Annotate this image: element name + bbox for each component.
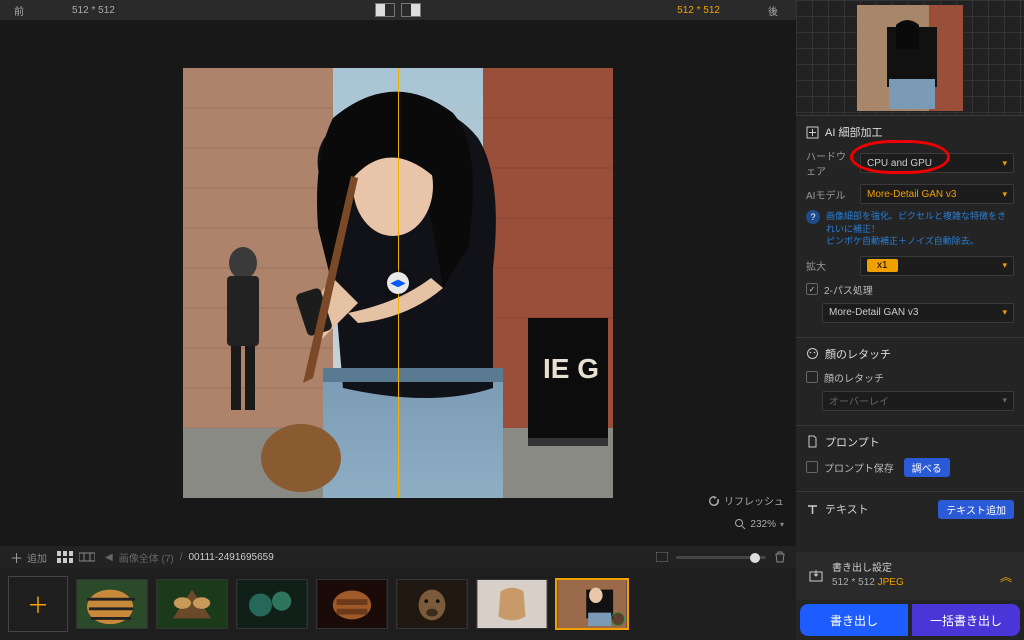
panel-face-retouch: 顔のレタッチ 顔のレタッチ オーバーレイ▾ xyxy=(796,337,1024,425)
refresh-button[interactable]: リフレッシュ xyxy=(708,493,784,508)
panel-prompt-title: プロンプト xyxy=(825,434,880,450)
export-settings[interactable]: 書き出し設定 512 * 512 JPEG ︽ xyxy=(796,552,1024,600)
top-ruler: 前 512 * 512 512 * 512 後 xyxy=(0,0,796,20)
chevron-down-icon: ▾ xyxy=(1002,395,1007,406)
image-viewport[interactable]: IE G ◀▶ xyxy=(0,20,796,546)
chevron-down-icon: ▾ xyxy=(780,520,784,529)
trash-icon[interactable] xyxy=(774,551,786,563)
filmstrip: ＋ xyxy=(0,568,796,640)
panel-text: テキスト テキスト追加 xyxy=(796,491,1024,527)
enlarge-select[interactable]: x1▾ xyxy=(860,256,1014,276)
thumb-2[interactable] xyxy=(156,579,228,629)
add-tile[interactable]: ＋ xyxy=(8,576,68,632)
label-before: 前 xyxy=(14,3,24,18)
current-filename: 00111-2491695659 xyxy=(189,552,274,563)
magnifier-icon xyxy=(734,518,746,530)
panel-face-title: 顔のレタッチ xyxy=(825,346,891,362)
twopass-checkbox[interactable] xyxy=(806,283,818,295)
model-desc-1: 画像細部を強化。ピクセルと複雑な特徴をきれいに補正！ xyxy=(826,210,1014,235)
help-icon[interactable]: ? xyxy=(806,210,820,224)
text-icon xyxy=(806,503,819,516)
plus-icon: ＋ xyxy=(10,548,23,567)
add-images-button[interactable]: ＋ 追加 xyxy=(10,548,47,567)
chevron-left-icon: ◀ xyxy=(105,552,113,563)
prompt-save-checkbox[interactable] xyxy=(806,461,818,473)
sparkle-icon xyxy=(806,126,819,139)
filmstrip-toolbar: ＋ 追加 ◀ 画像全体 (7) / 00111-2491695659 xyxy=(0,546,796,568)
dim-output: 512 * 512 xyxy=(677,5,720,16)
model-select[interactable]: More-Detail GAN v3▾ xyxy=(860,184,1014,204)
label-after: 後 xyxy=(768,3,778,18)
overlay-select[interactable]: オーバーレイ▾ xyxy=(822,391,1014,411)
hardware-label: ハードウェア xyxy=(806,148,854,178)
split-vertical-icon[interactable] xyxy=(375,3,395,17)
thumb-6[interactable] xyxy=(476,579,548,629)
thumb-4[interactable] xyxy=(316,579,388,629)
export-button[interactable]: 書き出し xyxy=(800,604,908,636)
side-preview xyxy=(796,0,1024,115)
sidebar: AI 細部加工 ハードウェア CPU and GPU▾ AIモデル More-D… xyxy=(796,0,1024,640)
refresh-icon xyxy=(708,495,720,507)
batch-export-button[interactable]: 一括書き出し xyxy=(912,604,1020,636)
thumb-7-selected[interactable] xyxy=(556,579,628,629)
thumb-5[interactable] xyxy=(396,579,468,629)
thumb-small-icon[interactable] xyxy=(656,552,668,562)
compare-mode-toggle[interactable] xyxy=(375,3,421,17)
prompt-save-label: プロンプト保存 xyxy=(824,460,894,475)
thumb-size-slider[interactable] xyxy=(676,556,766,559)
dim-original: 512 * 512 xyxy=(72,5,115,16)
document-icon xyxy=(806,435,819,448)
zoom-indicator[interactable]: 232% ▾ xyxy=(734,518,784,530)
chevron-down-icon: ▾ xyxy=(1002,260,1007,271)
thumb-1[interactable] xyxy=(76,579,148,629)
panel-ai-title: AI 細部加工 xyxy=(825,124,882,140)
model-desc-2: ピンボケ自動補正＋ノイズ自動除去。 xyxy=(826,235,1014,248)
face-icon xyxy=(806,347,819,360)
chevron-down-icon: ▾ xyxy=(1002,158,1007,169)
svg-text:IE G: IE G xyxy=(543,353,599,384)
face-retouch-label: 顔のレタッチ xyxy=(824,370,884,385)
mini-preview-image xyxy=(857,5,963,111)
model-label: AIモデル xyxy=(806,187,854,202)
grid-view-icon[interactable] xyxy=(57,551,73,563)
text-add-button[interactable]: テキスト追加 xyxy=(938,500,1014,519)
export-icon xyxy=(808,568,824,584)
chevron-down-icon: ▾ xyxy=(1002,307,1007,318)
breadcrumb[interactable]: ◀ 画像全体 (7) / 00111-2491695659 xyxy=(105,550,274,565)
split-side-icon[interactable] xyxy=(401,3,421,17)
panel-ai-detail: AI 細部加工 ハードウェア CPU and GPU▾ AIモデル More-D… xyxy=(796,115,1024,337)
panel-text-title: テキスト xyxy=(825,501,869,517)
preview-image[interactable]: IE G ◀▶ xyxy=(183,68,613,498)
enlarge-label: 拡大 xyxy=(806,258,854,273)
chevron-down-icon: ▾ xyxy=(1002,189,1007,200)
split-handle[interactable]: ◀▶ xyxy=(387,272,409,294)
twopass-model-select[interactable]: More-Detail GAN v3▾ xyxy=(822,303,1014,323)
strip-view-icon[interactable] xyxy=(79,551,95,563)
prompt-adjust-button[interactable]: 調べる xyxy=(904,458,950,477)
export-title: 書き出し設定 xyxy=(832,562,904,576)
panel-prompt: プロンプト プロンプト保存 調べる xyxy=(796,425,1024,491)
face-retouch-checkbox[interactable] xyxy=(806,371,818,383)
thumb-3[interactable] xyxy=(236,579,308,629)
hardware-select[interactable]: CPU and GPU▾ xyxy=(860,153,1014,173)
expand-icon[interactable]: ︽ xyxy=(1000,568,1012,585)
plus-icon: ＋ xyxy=(27,588,49,620)
twopass-label: 2-パス処理 xyxy=(824,282,873,297)
